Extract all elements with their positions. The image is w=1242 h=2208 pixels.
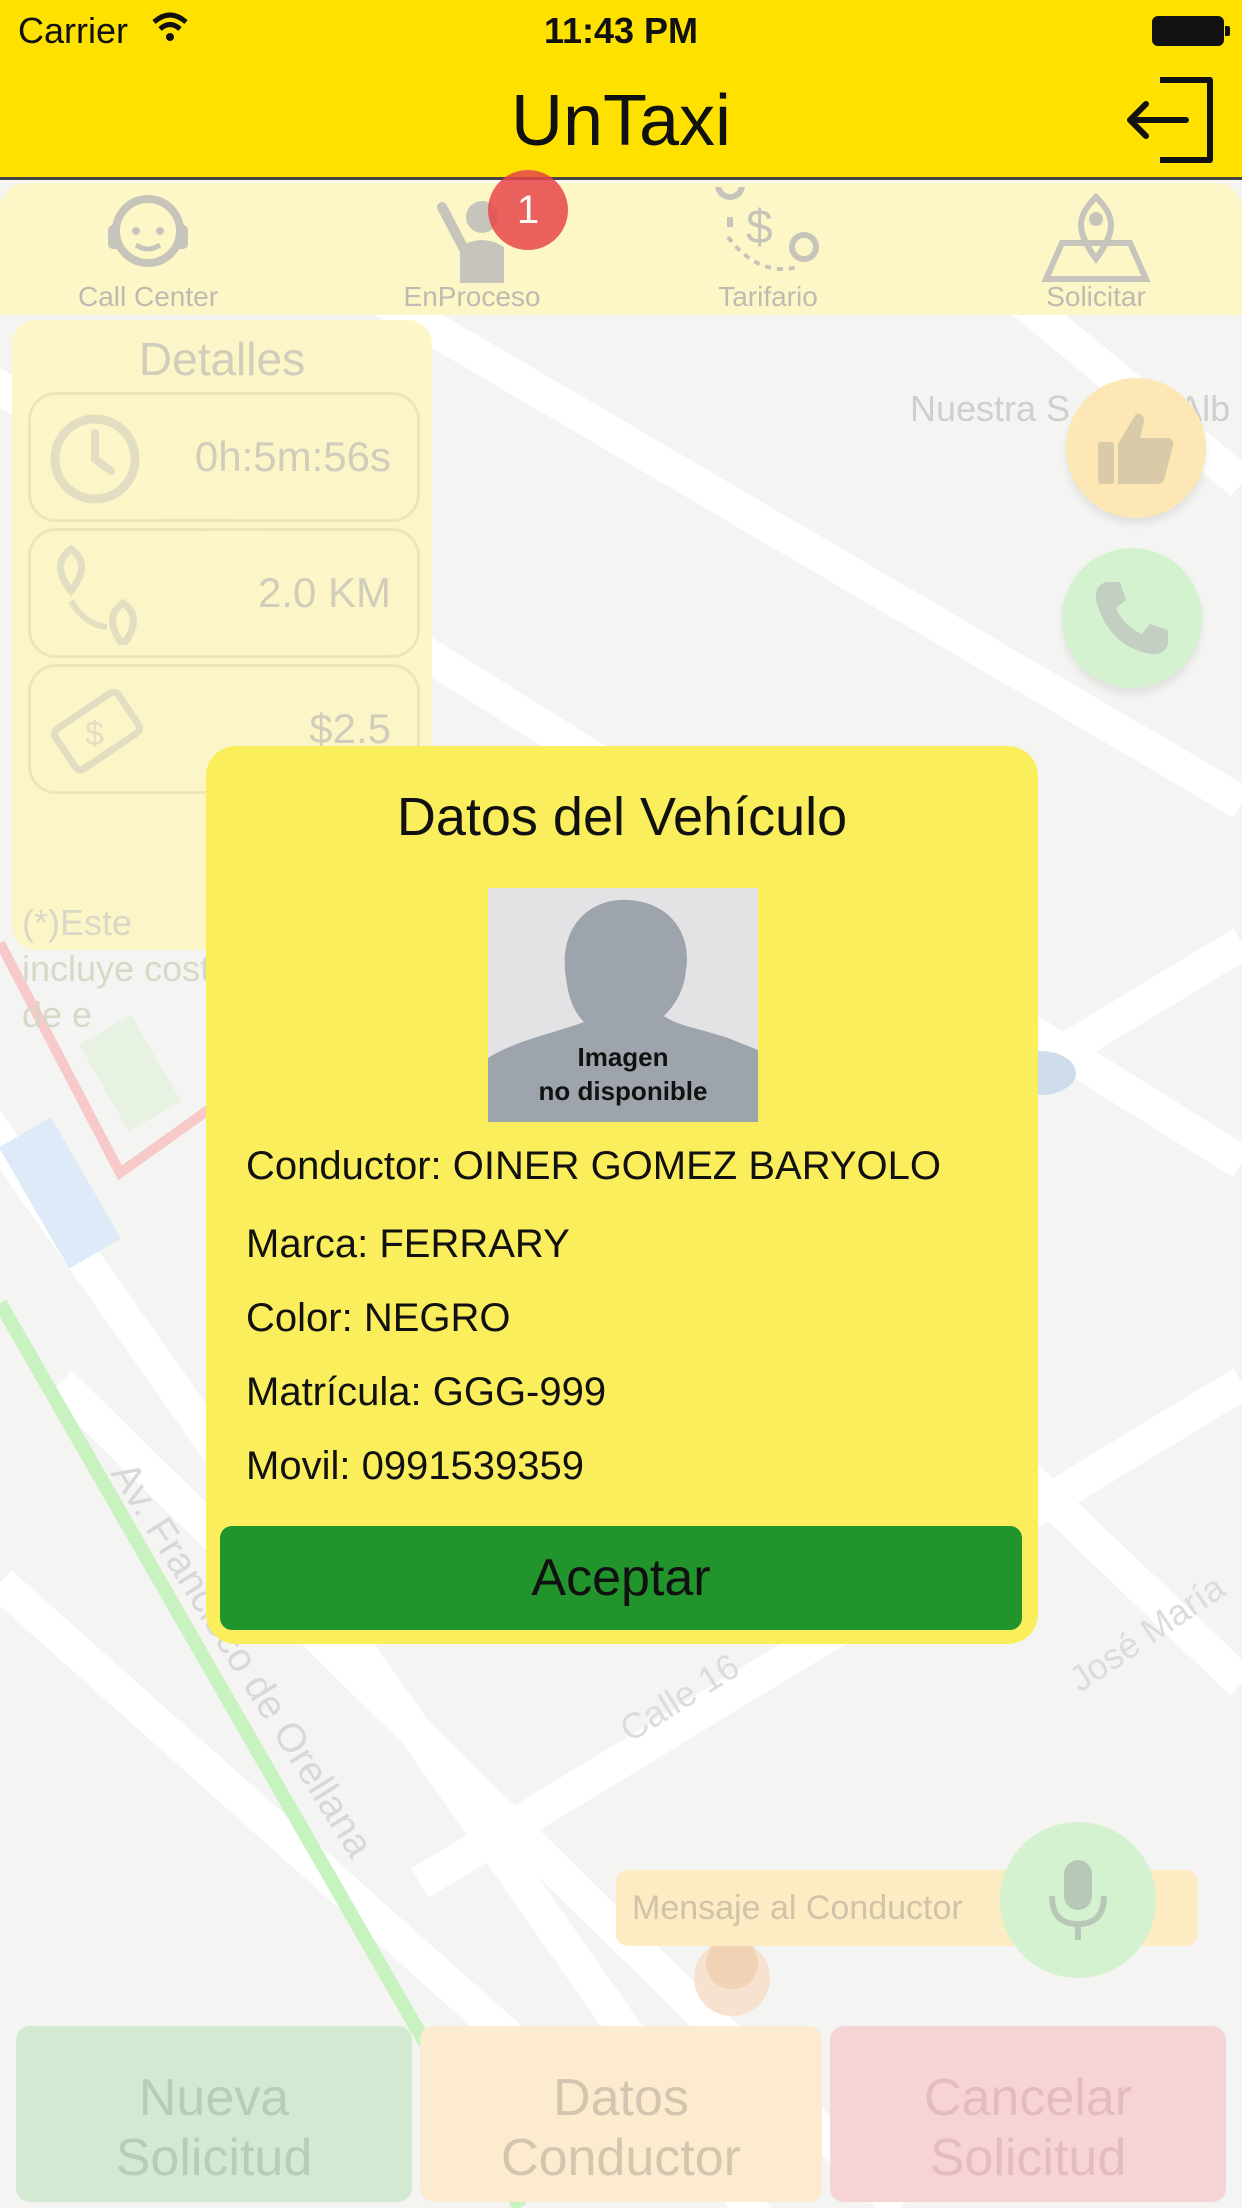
button-label-line2: Solicitud [929, 2129, 1127, 2187]
status-bar: Carrier 11:43 PM [0, 0, 1242, 62]
trip-time: 0h:5m:56s [194, 433, 391, 480]
thumbs-up-icon [1098, 413, 1174, 484]
photo-caption-line2: no disponible [538, 1076, 708, 1106]
cancel-request-button[interactable]: Cancelar Solicitud [830, 2026, 1226, 2202]
rate-driver-button[interactable] [1066, 378, 1206, 518]
tab-bar: Call Center EnProceso $ Tarifario Solici… [0, 183, 1242, 315]
details-title: Detalles [138, 333, 306, 385]
route-pins-icon [57, 545, 137, 645]
new-request-button[interactable]: Nueva Solicitud [16, 2026, 412, 2202]
photo-caption-line1: Imagen [577, 1042, 669, 1072]
voice-message-button[interactable] [1000, 1822, 1156, 1978]
details-note: (*)Este incluye cost de e [22, 902, 211, 1035]
tab-label: EnProceso [403, 281, 541, 312]
svg-text:$: $ [85, 715, 104, 753]
details-distance-row: 2.0 KM [28, 528, 420, 658]
app-title: UnTaxi [510, 81, 732, 161]
driver-mobile: Movil: 0991539359 [246, 1444, 585, 1488]
vehicle-color: Color: NEGRO [246, 1296, 511, 1340]
accept-button[interactable]: Aceptar [220, 1526, 1022, 1630]
logout-icon[interactable] [1120, 74, 1220, 166]
details-time-row: 0h:5m:56s [28, 392, 420, 522]
button-label-line1: Datos [553, 2069, 689, 2127]
button-label-line2: Solicitud [115, 2129, 313, 2187]
tab-call-center[interactable]: Call Center [28, 183, 268, 315]
map-pin-icon [1041, 192, 1151, 282]
notification-badge: 1 [488, 170, 568, 250]
photo-caption: Imagen no disponible [488, 1040, 758, 1108]
route-price-icon: $ [715, 187, 819, 271]
trip-distance: 2.0 KM [257, 569, 391, 616]
vehicle-data-dialog: Datos del Vehículo Imagen no disponible … [206, 746, 1038, 1644]
headset-agent-icon [108, 195, 188, 267]
svg-text:$: $ [746, 201, 773, 254]
microphone-icon [1049, 1860, 1107, 1940]
phone-icon [1095, 582, 1168, 655]
clock: 11:43 PM [543, 10, 699, 51]
tab-label: Call Center [77, 281, 219, 312]
driver-data-button[interactable]: Datos Conductor [420, 2026, 822, 2202]
navigation-bar: UnTaxi [0, 62, 1242, 180]
clock-icon [50, 414, 140, 504]
button-label-line2: Conductor [501, 2129, 741, 2187]
tab-solicitar[interactable]: Solicitar [976, 183, 1216, 315]
button-label-line1: Cancelar [923, 2069, 1133, 2127]
dialog-title: Datos del Vehículo [396, 787, 848, 847]
driver-photo: Imagen no disponible [488, 888, 758, 1122]
tab-label: Solicitar [1046, 281, 1146, 312]
vehicle-plate: Matrícula: GGG-999 [246, 1370, 607, 1414]
battery-icon [1152, 16, 1230, 46]
driver-name: Conductor: OINER GOMEZ BARYOLO [246, 1144, 942, 1188]
tab-label: Tarifario [718, 281, 818, 312]
button-label-line1: Nueva [138, 2069, 290, 2127]
money-bill-icon: $ [50, 688, 144, 774]
vehicle-brand: Marca: FERRARY [246, 1222, 570, 1266]
call-driver-button[interactable] [1062, 548, 1202, 688]
tab-tarifario[interactable]: $ Tarifario [648, 183, 888, 315]
